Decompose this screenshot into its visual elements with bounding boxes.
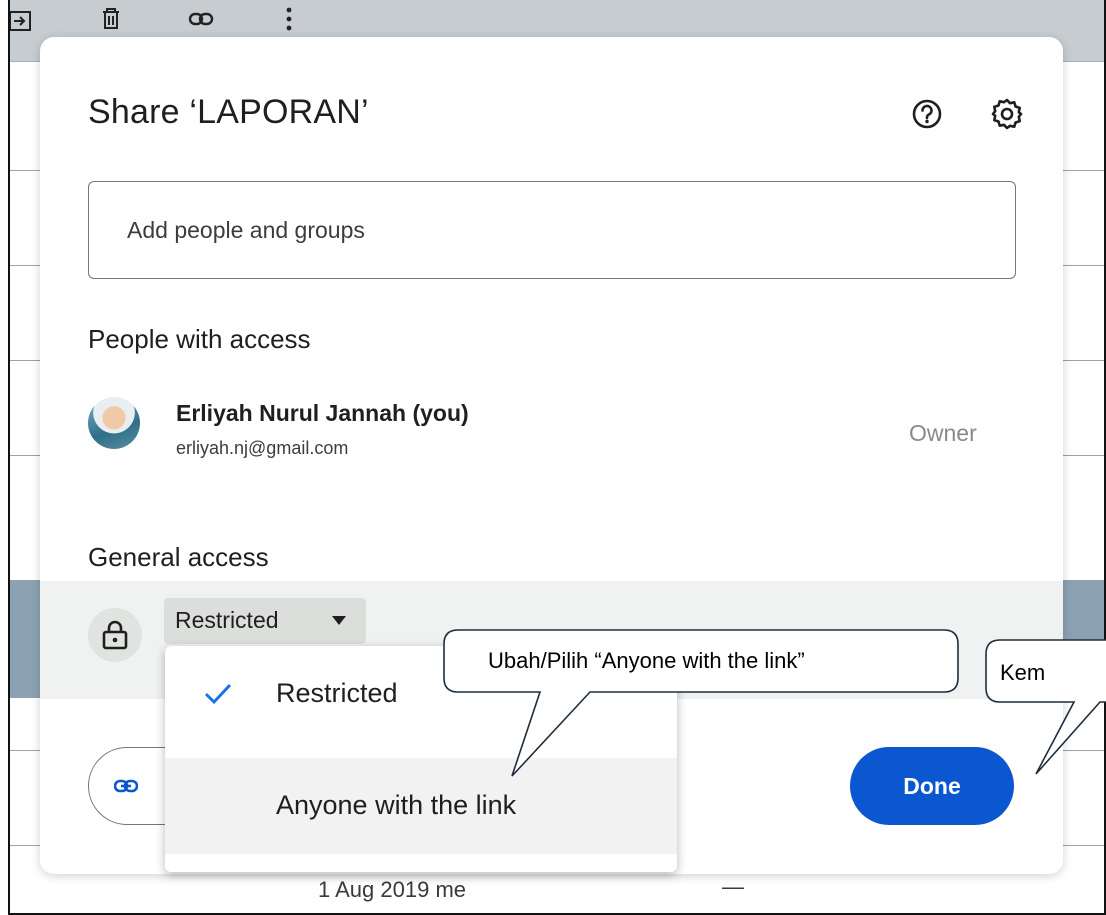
dropdown-option-anyone-with-link[interactable]: Anyone with the link — [165, 758, 677, 854]
callout-text-1: Ubah/Pilih “Anyone with the link” — [488, 648, 805, 673]
row-modified-date: 1 Aug 2019 — [318, 877, 430, 902]
avatar — [88, 397, 140, 449]
general-access-value: Restricted — [175, 607, 279, 633]
row-owner: me — [435, 877, 467, 902]
dialog-title: Share ‘LAPORAN’ — [88, 93, 369, 131]
check-icon — [204, 683, 232, 705]
people-with-access-heading: People with access — [88, 324, 311, 354]
row-file-size: — — [722, 874, 744, 899]
help-icon[interactable] — [910, 97, 944, 131]
dropdown-option-label: Restricted — [276, 678, 398, 708]
add-people-field[interactable] — [88, 181, 1016, 279]
more-vert-icon[interactable] — [276, 6, 302, 32]
link-icon — [114, 779, 138, 793]
move-to-icon[interactable] — [10, 6, 34, 32]
lock-icon — [88, 608, 142, 662]
gear-icon[interactable] — [990, 97, 1024, 131]
row-date: 1 Aug 2019 me — [318, 877, 466, 903]
add-people-input[interactable] — [89, 182, 1015, 278]
general-access-heading: General access — [88, 542, 269, 572]
dropdown-option-label: Anyone with the link — [276, 790, 517, 820]
general-access-select[interactable]: Restricted — [164, 598, 366, 644]
person-email: erliyah.nj@gmail.com — [176, 438, 349, 458]
access-dropdown-menu: Restricted Anyone with the link — [165, 646, 677, 872]
done-button[interactable]: Done — [850, 747, 1014, 825]
person-role: Owner — [909, 420, 977, 446]
trash-icon[interactable] — [98, 6, 124, 32]
link-icon[interactable] — [188, 6, 214, 32]
callout-text-2: Kem — [1000, 660, 1046, 685]
person-name: Erliyah Nurul Jannah (you) — [176, 400, 469, 426]
chevron-down-icon — [332, 616, 346, 625]
